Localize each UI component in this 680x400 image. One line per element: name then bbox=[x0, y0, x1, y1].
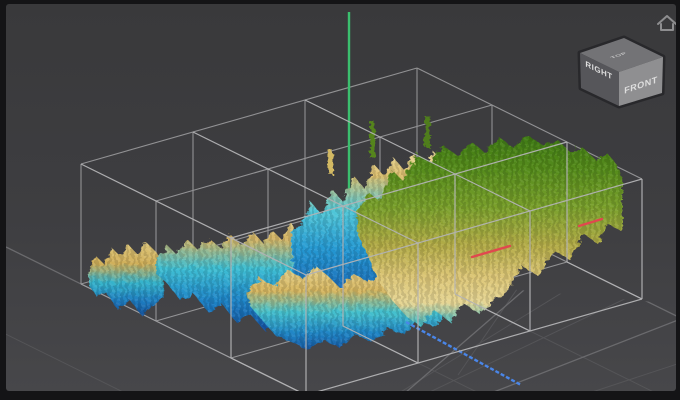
viewport-3d[interactable]: FRONT RIGHT TOP bbox=[6, 4, 676, 391]
voxel-spike bbox=[370, 122, 375, 158]
scene-canvas[interactable]: FRONT RIGHT TOP bbox=[6, 4, 676, 391]
app-window: FRONT RIGHT TOP bbox=[0, 0, 680, 400]
voxel-spike bbox=[425, 116, 430, 148]
voxel-spike bbox=[328, 150, 333, 174]
view-cube[interactable]: FRONT RIGHT TOP bbox=[580, 38, 663, 106]
